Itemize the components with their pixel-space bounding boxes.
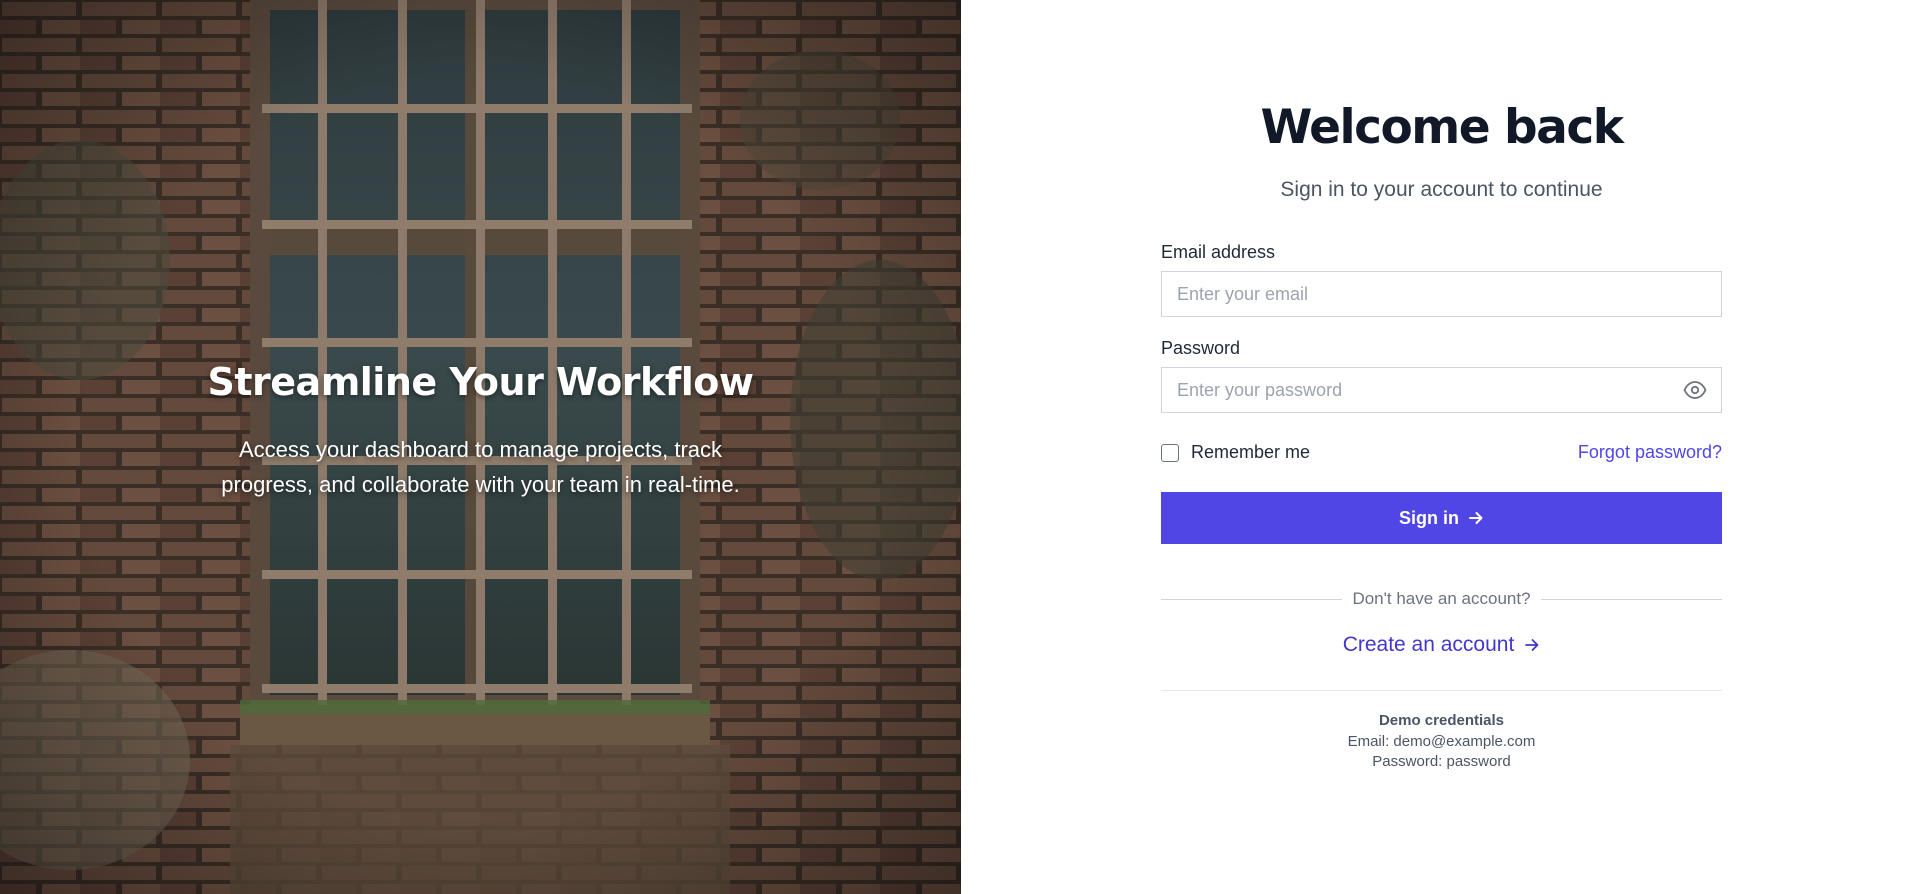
- email-field-box: [1161, 271, 1722, 317]
- remember-checkbox[interactable]: [1161, 443, 1179, 462]
- divider-line: [1540, 598, 1722, 600]
- password-field[interactable]: [1162, 368, 1721, 412]
- email-label: Email address: [1161, 242, 1276, 262]
- demo-credentials: Demo credentials Email: demo@example.com…: [1161, 712, 1722, 771]
- arrow-right-icon: [1525, 639, 1539, 651]
- login-page: Streamline Your Workflow Access your das…: [0, 0, 1909, 894]
- login-panel: Welcome back Sign in to your account to …: [961, 0, 1909, 894]
- hero-text: Streamline Your Workflow Access your das…: [0, 360, 961, 502]
- demo-title: Demo credentials: [1378, 712, 1505, 729]
- create-account-link[interactable]: Create an account: [1161, 633, 1722, 657]
- remember-me[interactable]: Remember me: [1161, 442, 1310, 463]
- sign-in-label: Sign in: [1399, 507, 1459, 528]
- divider-line: [1161, 598, 1343, 600]
- demo-email: Email: demo@example.com: [1347, 733, 1536, 750]
- section-divider: [1161, 690, 1722, 691]
- password-label: Password: [1161, 338, 1241, 358]
- signup-divider: Don't have an account?: [1161, 589, 1722, 609]
- email-field[interactable]: [1162, 272, 1721, 316]
- eye-icon[interactable]: [1683, 380, 1707, 400]
- demo-password: Password: password: [1372, 753, 1511, 770]
- hero-title: Streamline Your Workflow: [207, 360, 755, 404]
- divider-text: Don't have an account?: [1352, 589, 1531, 608]
- remember-label: Remember me: [1191, 442, 1311, 462]
- options-row: Remember me Forgot password?: [1161, 442, 1722, 463]
- login-form: Welcome back Sign in to your account to …: [1161, 96, 1722, 771]
- page-title: Welcome back: [1260, 100, 1625, 155]
- arrow-right-icon: [1469, 512, 1483, 524]
- create-account-label: Create an account: [1342, 633, 1515, 656]
- forgot-password-link[interactable]: Forgot password?: [1578, 442, 1722, 463]
- password-field-box: [1161, 367, 1722, 413]
- page-subtitle: Sign in to your account to continue: [1280, 178, 1603, 201]
- hero-subtitle: Access your dashboard to manage projects…: [221, 437, 740, 497]
- hero-panel: Streamline Your Workflow Access your das…: [0, 0, 961, 894]
- sign-in-button[interactable]: Sign in: [1161, 492, 1722, 544]
